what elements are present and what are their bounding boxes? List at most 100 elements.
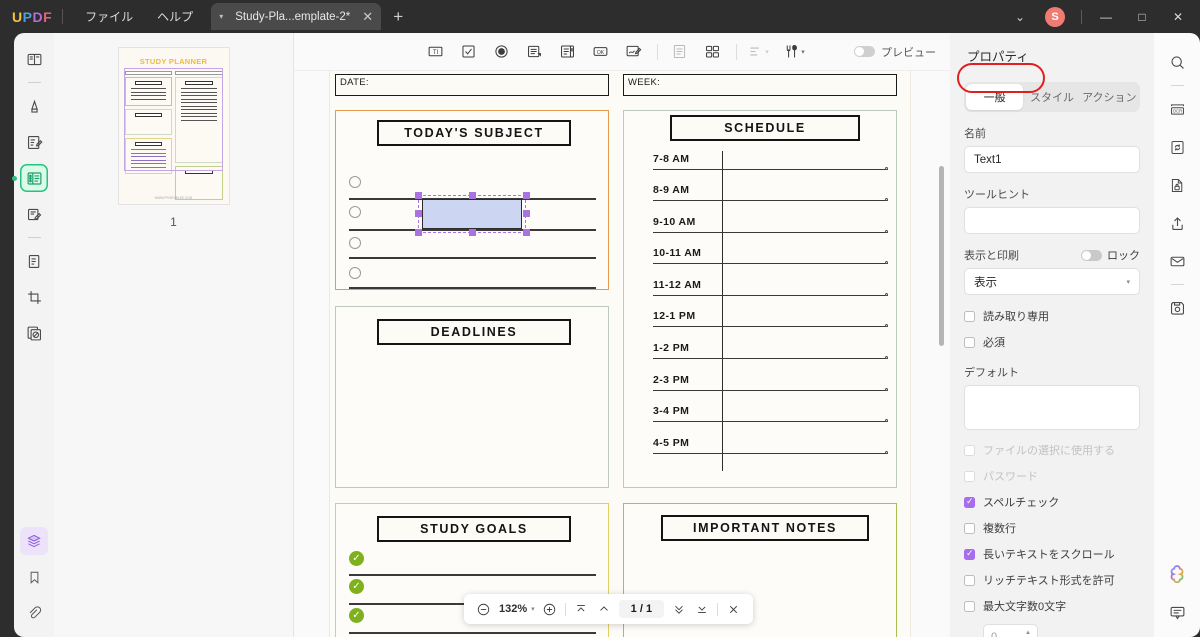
lock-toggle[interactable] [1081, 249, 1102, 261]
menu-help[interactable]: ヘルプ [145, 4, 205, 29]
new-tab-button[interactable]: + [393, 7, 403, 27]
rich-text-checkbox[interactable] [964, 574, 975, 586]
tool-form-settings[interactable]: ▾ [776, 39, 812, 65]
ocr-icon[interactable]: OCR [1163, 95, 1191, 123]
tool-page-view[interactable] [664, 39, 694, 65]
tool-align[interactable]: ▾ [743, 39, 773, 65]
document-canvas[interactable]: DATE: WEEK: TODAY'S SUBJECT DEADLINES SC… [294, 71, 950, 637]
tool-list-box[interactable] [552, 39, 582, 65]
readonly-checkbox-row[interactable]: 読み取り専用 [964, 308, 1140, 324]
sidebar-reader-icon[interactable] [20, 45, 48, 73]
multiline-checkbox[interactable] [964, 522, 975, 534]
stepper-up-icon[interactable]: ▲ [1025, 630, 1031, 637]
save-icon[interactable] [1163, 294, 1191, 322]
resize-handle-ne[interactable] [523, 192, 530, 199]
readonly-checkbox[interactable] [964, 310, 975, 322]
goal-check-1[interactable]: ✓ [349, 551, 364, 566]
first-page-button[interactable] [570, 598, 593, 621]
preview-toggle-group[interactable]: プレビュー [854, 44, 950, 60]
tool-push-button[interactable]: OK [585, 39, 615, 65]
resize-handle-sw[interactable] [415, 229, 422, 236]
spellcheck-checkbox[interactable] [964, 496, 975, 508]
search-icon[interactable] [1163, 48, 1191, 76]
tab-general[interactable]: 一般 [966, 84, 1024, 110]
option-max-chars-row[interactable]: 最大文字数0文字 [964, 598, 1140, 614]
close-icon[interactable]: ✕ [362, 9, 373, 25]
sidebar-sign-icon[interactable] [20, 200, 48, 228]
close-button[interactable]: ✕ [1160, 3, 1196, 31]
previous-page-button[interactable] [593, 598, 616, 621]
chevron-down-icon[interactable]: ▾ [765, 48, 769, 56]
week-field[interactable]: WEEK: [623, 74, 897, 96]
zoom-in-button[interactable] [538, 598, 561, 621]
avatar[interactable]: S [1045, 6, 1065, 27]
sidebar-organize-pages-icon[interactable] [20, 247, 48, 275]
tool-text-field[interactable]: TI [420, 39, 450, 65]
max-chars-stepper[interactable]: 0 ▲ ▼ [983, 624, 1038, 637]
goal-check-2[interactable]: ✓ [349, 579, 364, 594]
close-navbar-button[interactable] [722, 598, 745, 621]
subject-bullet-3[interactable] [349, 237, 361, 249]
page-thumbnail[interactable]: STUDY PLANNER WWW.PRINTABLEE.COM [117, 47, 230, 205]
resize-handle-e[interactable] [523, 210, 530, 217]
convert-pdf-icon[interactable] [1163, 133, 1191, 161]
sidebar-edit-pdf-icon[interactable] [20, 128, 48, 156]
resize-handle-se[interactable] [523, 229, 530, 236]
visibility-select[interactable]: 表示 ▾ [964, 268, 1140, 295]
scroll-long-text-checkbox[interactable] [964, 548, 975, 560]
last-page-button[interactable] [690, 598, 713, 621]
option-scroll-long-text-row[interactable]: 長いテキストをスクロール [964, 546, 1140, 562]
section-schedule[interactable] [623, 110, 897, 488]
required-checkbox-row[interactable]: 必須 [964, 334, 1140, 350]
lock-group[interactable]: ロック [1081, 247, 1140, 263]
tool-grid-view[interactable] [697, 39, 727, 65]
required-checkbox[interactable] [964, 336, 975, 348]
ai-assistant-icon[interactable] [1163, 560, 1191, 588]
sidebar-layers-icon[interactable] [20, 527, 48, 555]
option-spellcheck-row[interactable]: スペルチェック [964, 494, 1140, 510]
goal-check-3[interactable]: ✓ [349, 608, 364, 623]
sidebar-bookmark-icon[interactable] [20, 563, 48, 591]
resize-handle-n[interactable] [469, 192, 476, 199]
tab-action[interactable]: アクション [1081, 84, 1138, 110]
chevron-down-icon[interactable]: ▾ [219, 12, 223, 21]
menu-file[interactable]: ファイル [73, 4, 145, 29]
sidebar-redact-icon[interactable] [20, 319, 48, 347]
comment-icon[interactable] [1163, 598, 1191, 626]
maximize-button[interactable]: □ [1124, 3, 1160, 31]
subject-bullet-1[interactable] [349, 176, 361, 188]
option-rich-text-row[interactable]: リッチテキスト形式を許可 [964, 572, 1140, 588]
default-input[interactable] [964, 385, 1140, 430]
minimize-button[interactable]: — [1088, 3, 1124, 31]
protect-pdf-icon[interactable] [1163, 171, 1191, 199]
subject-bullet-4[interactable] [349, 267, 361, 279]
sidebar-crop-icon[interactable] [20, 283, 48, 311]
chevron-down-icon[interactable]: ▾ [531, 605, 535, 613]
tool-radio-button[interactable] [486, 39, 516, 65]
resize-handle-w[interactable] [415, 210, 422, 217]
chevron-down-icon[interactable]: ▾ [1126, 278, 1130, 286]
sidebar-form-icon[interactable] [12, 164, 48, 192]
resize-handle-nw[interactable] [415, 192, 422, 199]
chevron-down-icon[interactable]: ⌄ [1005, 3, 1035, 31]
share-icon[interactable] [1163, 209, 1191, 237]
sidebar-annotate-icon[interactable] [20, 92, 48, 120]
tool-dropdown[interactable] [519, 39, 549, 65]
document-tab[interactable]: ▾ Study-Pla...emplate-2* ✕ [211, 3, 382, 30]
zoom-out-button[interactable] [472, 598, 495, 621]
sidebar-attachment-icon[interactable] [20, 599, 48, 627]
chevron-down-icon[interactable]: ▾ [801, 48, 805, 56]
max-chars-checkbox[interactable] [964, 600, 975, 612]
next-page-button[interactable] [667, 598, 690, 621]
tool-signature-field[interactable] [618, 39, 648, 65]
date-field[interactable]: DATE: [335, 74, 609, 96]
preview-toggle[interactable] [854, 46, 875, 57]
stepper-arrows[interactable]: ▲ ▼ [1025, 630, 1031, 637]
tooltip-input[interactable] [964, 207, 1140, 234]
pdf-page[interactable]: DATE: WEEK: TODAY'S SUBJECT DEADLINES SC… [330, 71, 910, 637]
option-multiline-row[interactable]: 複数行 [964, 520, 1140, 536]
name-input[interactable]: Text1 [964, 146, 1140, 173]
email-icon[interactable] [1163, 247, 1191, 275]
subject-bullet-2[interactable] [349, 206, 361, 218]
tool-checkbox[interactable] [453, 39, 483, 65]
